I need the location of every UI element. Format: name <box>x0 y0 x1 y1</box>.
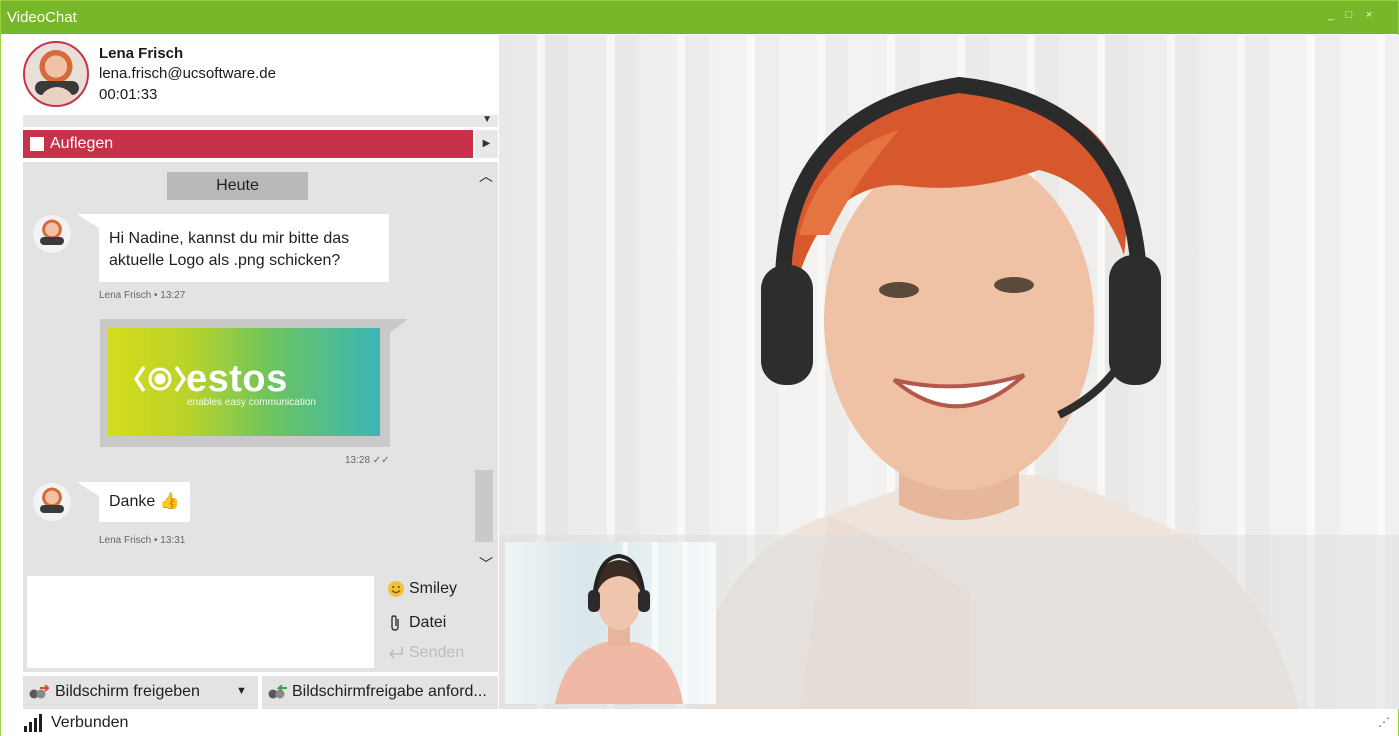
hangup-label: Auflegen <box>50 135 114 152</box>
image-message[interactable]: estos enables easy communication <box>100 319 390 447</box>
stop-icon <box>30 137 44 151</box>
send-button[interactable]: Senden <box>387 644 464 666</box>
chevron-right-icon: ▶ <box>482 138 491 149</box>
send-label: Senden <box>409 644 465 661</box>
close-button[interactable]: × <box>1362 9 1376 21</box>
left-pane: Lena Frisch lena.frisch@ucsoftware.de 00… <box>23 35 498 709</box>
share-screen-button[interactable]: Bildschirm freigeben ▼ <box>23 676 258 709</box>
message-meta: Lena Frisch • 13:27 <box>99 290 186 301</box>
contact-name: Lena Frisch <box>99 45 184 62</box>
paperclip-icon <box>391 615 399 631</box>
call-options-button[interactable]: ▶ <box>475 130 498 158</box>
resize-grip-icon[interactable]: ⋰ <box>1378 715 1390 729</box>
smiley-button[interactable]: Smiley <box>387 580 457 602</box>
remote-video[interactable] <box>499 35 1399 709</box>
file-label: Datei <box>409 614 447 631</box>
videochat-window: VideoChat _ □ × Lena Frisch lena.frisch@… <box>0 0 1399 736</box>
send-return-icon <box>388 647 403 659</box>
title-bar[interactable]: VideoChat _ □ × <box>1 1 1398 34</box>
contact-expand-strip[interactable]: ▼ <box>23 114 498 127</box>
connection-status: Verbunden <box>51 714 129 731</box>
logo-tagline: enables easy communication <box>187 397 316 408</box>
chevron-down-icon[interactable]: ﹀ <box>479 554 493 572</box>
message-text-line: Hi Nadine, kannst du mir bitte das <box>109 230 350 247</box>
bubble-tail <box>390 319 408 333</box>
window-title: VideoChat <box>7 9 77 26</box>
dropdown-arrow-icon[interactable]: ▼ <box>236 685 247 697</box>
chat-history[interactable]: Heute Hi Nadine, kannst du mir bitte das… <box>23 162 498 572</box>
compose-area: Smiley Datei Senden <box>23 572 498 672</box>
message-meta: 13:28 ✓✓ <box>345 455 390 466</box>
file-button[interactable]: Datei <box>387 614 446 636</box>
smiley-label: Smiley <box>409 580 458 597</box>
call-duration: 00:01:33 <box>99 86 158 103</box>
message-bubble: Hi Nadine, kannst du mir bitte das aktue… <box>99 214 389 282</box>
chevron-down-icon[interactable]: ▼ <box>482 114 492 125</box>
scrollbar-thumb[interactable] <box>475 470 493 542</box>
request-screen-share-button[interactable]: Bildschirmfreigabe anford... <box>262 676 498 709</box>
status-bar: Verbunden ⋰ <box>1 709 1398 736</box>
self-view-image <box>555 542 688 704</box>
signal-strength-icon <box>24 714 42 732</box>
smiley-icon <box>388 581 404 597</box>
minimize-button[interactable]: _ <box>1324 9 1338 21</box>
hangup-button[interactable]: Auflegen <box>23 130 473 158</box>
message-input[interactable] <box>27 576 374 668</box>
estos-logo-image[interactable]: estos enables easy communication <box>108 328 380 436</box>
request-share-icon <box>268 685 287 699</box>
chat-scrollbar[interactable]: ︿ ﹀ <box>475 162 498 572</box>
bubble-tail <box>77 482 99 496</box>
contact-header: Lena Frisch lena.frisch@ucsoftware.de 00… <box>23 35 498 113</box>
message-bubble: Danke 👍 <box>99 482 190 522</box>
estos-logo-icon <box>134 366 186 392</box>
maximize-button[interactable]: □ <box>1342 9 1356 21</box>
message-avatar <box>33 215 71 253</box>
share-row: Bildschirm freigeben ▼ Bildschirmfreigab… <box>23 676 498 709</box>
day-separator: Heute <box>167 172 308 200</box>
contact-email: lena.frisch@ucsoftware.de <box>99 65 276 82</box>
self-view-video[interactable] <box>505 542 716 704</box>
message-avatar <box>33 483 71 521</box>
request-share-label: Bildschirmfreigabe anford... <box>292 683 487 700</box>
message-text-line: aktuelle Logo als .png schicken? <box>109 252 341 269</box>
message-meta: Lena Frisch • 13:31 <box>99 535 186 546</box>
share-screen-label: Bildschirm freigeben <box>55 683 200 700</box>
chevron-up-icon[interactable]: ︿ <box>479 166 493 186</box>
share-screen-icon <box>29 685 49 699</box>
bubble-tail <box>77 214 99 228</box>
avatar <box>23 41 89 107</box>
logo-wordmark: estos <box>186 358 288 400</box>
